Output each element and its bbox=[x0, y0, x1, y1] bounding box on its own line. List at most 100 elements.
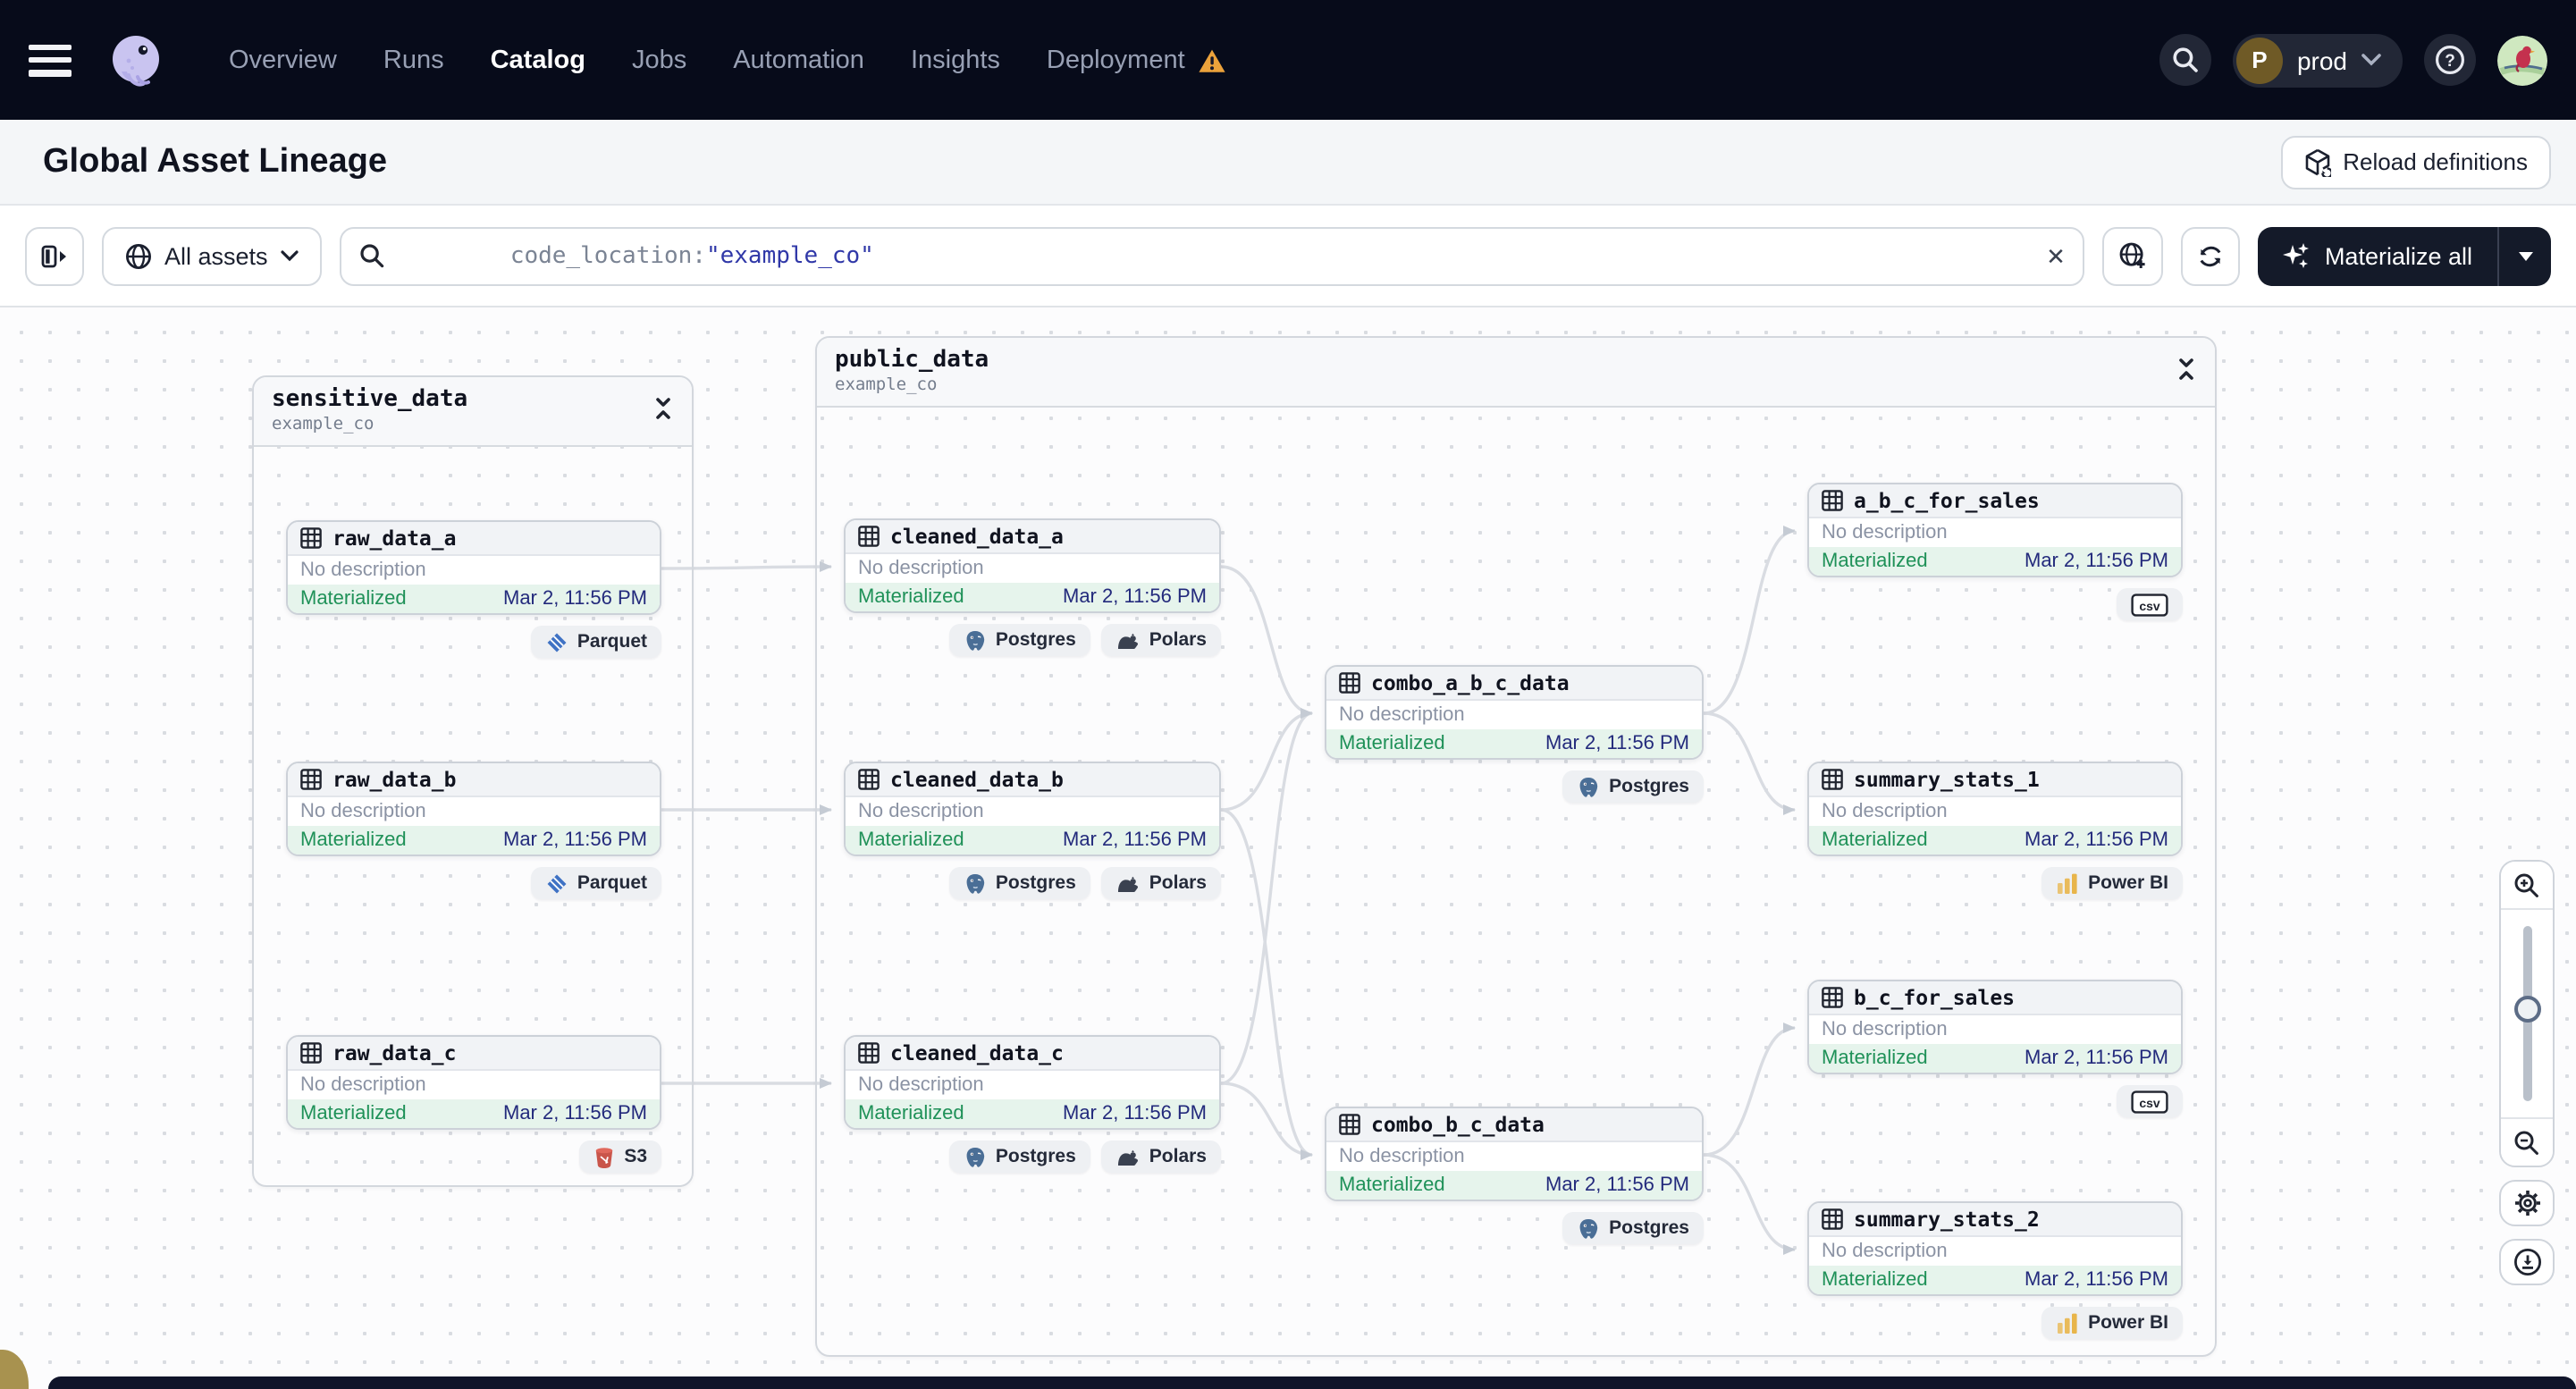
tag-polars[interactable]: Polars bbox=[1100, 1141, 1221, 1173]
table-icon bbox=[1339, 1114, 1360, 1135]
nav-item-catalog[interactable]: Catalog bbox=[491, 46, 585, 74]
tag-polars[interactable]: Polars bbox=[1100, 624, 1221, 656]
search-query-value: "example_co" bbox=[705, 242, 874, 269]
tag-polars[interactable]: Polars bbox=[1100, 867, 1221, 899]
asset-node-summary_stats_1[interactable]: summary_stats_1 No description Materiali… bbox=[1807, 762, 2183, 856]
zoom-in-button[interactable] bbox=[2501, 862, 2553, 908]
tag-label: Polars bbox=[1149, 872, 1207, 894]
tag-postgres[interactable]: Postgres bbox=[948, 1141, 1090, 1173]
clear-search-icon[interactable]: ✕ bbox=[2046, 244, 2066, 267]
asset-tags: Postgres Polars bbox=[844, 1141, 1221, 1173]
csv-icon: csv bbox=[2131, 593, 2168, 616]
dagster-logo[interactable] bbox=[107, 31, 164, 88]
download-button[interactable] bbox=[2499, 1239, 2555, 1285]
chevron-down-icon bbox=[2361, 54, 2381, 66]
lineage-canvas[interactable]: sensitive_data example_co public_data ex… bbox=[0, 307, 2576, 1389]
asset-node-a_b_c_for_sales[interactable]: a_b_c_for_sales No description Materiali… bbox=[1807, 483, 2183, 577]
table-icon bbox=[1822, 769, 1843, 790]
asset-node-b_c_for_sales[interactable]: b_c_for_sales No description Materialize… bbox=[1807, 980, 2183, 1074]
asset-description: No description bbox=[1809, 1237, 2181, 1266]
materialize-all-button[interactable]: Materialize all bbox=[2258, 226, 2551, 285]
asset-node-summary_stats_2[interactable]: summary_stats_2 No description Materiali… bbox=[1807, 1201, 2183, 1296]
asset-node-raw_data_c[interactable]: raw_data_c No description Materialized M… bbox=[286, 1035, 661, 1130]
group-name: sensitive_data bbox=[272, 386, 468, 413]
asset-description: No description bbox=[288, 556, 660, 585]
asset-search-input[interactable]: code_location:"example_co" ✕ bbox=[339, 226, 2085, 285]
help-icon[interactable]: ? bbox=[2424, 34, 2476, 86]
group-code-location: example_co bbox=[272, 414, 375, 434]
materialize-all-main[interactable]: Materialize all bbox=[2259, 226, 2497, 285]
asset-node-cleaned_data_b[interactable]: cleaned_data_b No description Materializ… bbox=[844, 762, 1221, 856]
search-icon[interactable] bbox=[2159, 34, 2211, 86]
postgres-icon bbox=[1577, 775, 1600, 798]
tag-postgres[interactable]: Postgres bbox=[948, 624, 1090, 656]
zoom-slider-handle[interactable] bbox=[2513, 996, 2540, 1023]
tag-label: Postgres bbox=[1609, 1217, 1689, 1239]
zoom-out-button[interactable] bbox=[2501, 1119, 2553, 1166]
asset-node-header: summary_stats_1 bbox=[1809, 763, 2181, 797]
nav-item-insights[interactable]: Insights bbox=[911, 46, 1000, 74]
status-badge: Materialized bbox=[300, 1103, 407, 1124]
tag-label: Polars bbox=[1149, 629, 1207, 651]
zoom-slider[interactable] bbox=[2501, 908, 2553, 1119]
collapse-group-icon[interactable] bbox=[2176, 358, 2197, 381]
status-badge: Materialized bbox=[1822, 551, 1928, 572]
collapse-group-icon[interactable] bbox=[652, 397, 674, 420]
svg-text:csv: csv bbox=[2139, 1095, 2160, 1109]
asset-node-header: combo_a_b_c_data bbox=[1326, 667, 1702, 701]
asset-node-combo_a_b_c_data[interactable]: combo_a_b_c_data No description Material… bbox=[1325, 665, 1704, 760]
asset-node-header: cleaned_data_b bbox=[846, 763, 1219, 797]
environment-switcher[interactable]: P prod bbox=[2232, 33, 2403, 87]
nav-item-automation[interactable]: Automation bbox=[733, 46, 864, 74]
asset-node-cleaned_data_a[interactable]: cleaned_data_a No description Materializ… bbox=[844, 518, 1221, 613]
asset-status-row: Materialized Mar 2, 11:56 PM bbox=[846, 1099, 1219, 1128]
asset-tags: Postgres bbox=[1325, 1212, 1704, 1244]
tag-power-bi[interactable]: Power BI bbox=[2041, 867, 2183, 899]
panel-toggle-button[interactable] bbox=[25, 226, 84, 285]
asset-description: No description bbox=[1326, 701, 1702, 729]
menu-icon[interactable] bbox=[29, 44, 72, 76]
asset-status-row: Materialized Mar 2, 11:56 PM bbox=[846, 583, 1219, 611]
nav-item-overview[interactable]: Overview bbox=[229, 46, 337, 74]
postgres-icon bbox=[964, 1145, 987, 1168]
table-icon bbox=[1822, 987, 1843, 1008]
tag-csv[interactable]: csv bbox=[2117, 1085, 2183, 1117]
user-avatar[interactable] bbox=[2497, 35, 2547, 85]
zoom-out-icon bbox=[2514, 1130, 2538, 1154]
nav-item-deployment[interactable]: Deployment bbox=[1047, 46, 1226, 74]
materialize-options-caret[interactable] bbox=[2497, 226, 2551, 285]
asset-name: summary_stats_2 bbox=[1854, 1207, 2040, 1232]
asset-node-header: cleaned_data_c bbox=[846, 1037, 1219, 1071]
tag-parquet[interactable]: Parquet bbox=[530, 867, 661, 899]
asset-node-raw_data_a[interactable]: raw_data_a No description Materialized M… bbox=[286, 520, 661, 615]
asset-node-combo_b_c_data[interactable]: combo_b_c_data No description Materializ… bbox=[1325, 1107, 1704, 1201]
graph-settings-button[interactable] bbox=[2499, 1180, 2555, 1226]
nav-item-jobs[interactable]: Jobs bbox=[632, 46, 686, 74]
tag-parquet[interactable]: Parquet bbox=[530, 626, 661, 658]
tag-postgres[interactable]: Postgres bbox=[1562, 1212, 1704, 1244]
asset-node-header: raw_data_c bbox=[288, 1037, 660, 1071]
asset-description: No description bbox=[846, 1071, 1219, 1099]
tag-s3[interactable]: S3 bbox=[579, 1141, 661, 1173]
tag-postgres[interactable]: Postgres bbox=[948, 867, 1090, 899]
s3-icon bbox=[593, 1145, 615, 1168]
filter-scope-button[interactable] bbox=[2102, 226, 2164, 285]
tag-csv[interactable]: csv bbox=[2117, 588, 2183, 620]
reload-definitions-button[interactable]: Reload definitions bbox=[2280, 135, 2551, 189]
asset-name: a_b_c_for_sales bbox=[1854, 488, 2040, 513]
table-icon bbox=[300, 1042, 322, 1064]
asset-filter-dropdown[interactable]: All assets bbox=[102, 226, 322, 285]
tag-power-bi[interactable]: Power BI bbox=[2041, 1307, 2183, 1339]
asset-status-row: Materialized Mar 2, 11:56 PM bbox=[1809, 826, 2181, 854]
status-badge: Materialized bbox=[300, 588, 407, 610]
asset-description: No description bbox=[1809, 1015, 2181, 1044]
tag-postgres[interactable]: Postgres bbox=[1562, 770, 1704, 803]
asset-status-row: Materialized Mar 2, 11:56 PM bbox=[1809, 547, 2181, 576]
status-badge: Materialized bbox=[858, 829, 964, 851]
nav-item-runs[interactable]: Runs bbox=[383, 46, 444, 74]
asset-node-raw_data_b[interactable]: raw_data_b No description Materialized M… bbox=[286, 762, 661, 856]
canvas-controls bbox=[2499, 860, 2555, 1285]
asset-node-cleaned_data_c[interactable]: cleaned_data_c No description Materializ… bbox=[844, 1035, 1221, 1130]
refresh-button[interactable] bbox=[2181, 226, 2241, 285]
corner-decoration bbox=[0, 1350, 29, 1389]
